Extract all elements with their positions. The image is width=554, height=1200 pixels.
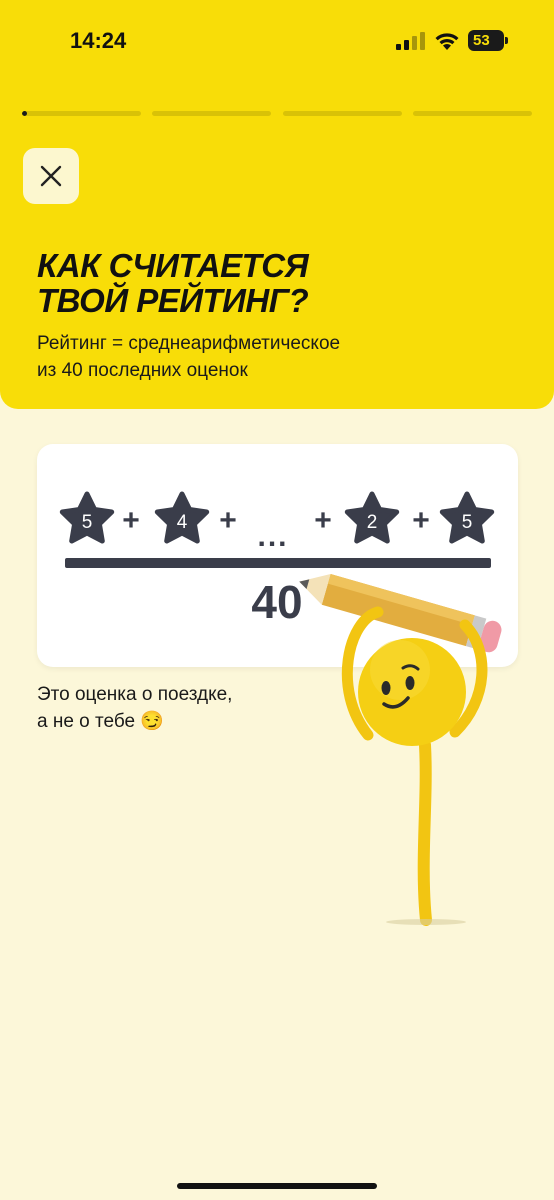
story-progress	[22, 111, 533, 116]
subtitle-line-1: Рейтинг = среднеарифметическое	[37, 333, 341, 354]
title-line-1: КАК СЧИТАЕТСЯ	[37, 247, 309, 284]
star-icon: 4	[157, 494, 206, 541]
home-indicator[interactable]	[177, 1183, 377, 1189]
progress-segment-2	[152, 111, 271, 116]
subtitle-line-2: из 40 последних оценок	[37, 360, 248, 381]
fraction-bar	[65, 558, 491, 568]
wifi-icon	[435, 33, 459, 50]
progress-segment-3	[283, 111, 402, 116]
star-icon: 5	[62, 494, 111, 541]
battery-icon: 53	[468, 30, 508, 51]
caption-line-2: а не о тебе 😏	[37, 711, 165, 732]
formula-illustration: 5 + 4 + ... + 2 + 5 40	[37, 444, 518, 628]
star-value: 4	[177, 512, 188, 533]
subtitle: Рейтинг = среднеарифметическое из 40 пос…	[37, 330, 517, 384]
progress-fill	[22, 111, 27, 116]
cellular-signal-icon	[396, 32, 425, 50]
star-value: 5	[462, 512, 473, 533]
plus-sign: +	[219, 504, 237, 537]
plus-sign: +	[122, 504, 140, 537]
status-time: 14:24	[70, 28, 127, 53]
star-value: 2	[367, 512, 378, 533]
battery-level: 53	[473, 32, 490, 49]
caption-line-1: Это оценка о поездке,	[37, 684, 233, 705]
star-icon: 2	[347, 494, 396, 541]
star-icon: 5	[442, 494, 491, 541]
ellipsis: ...	[257, 520, 288, 553]
formula-card: 5 + 4 + ... + 2 + 5 40	[37, 444, 518, 667]
star-value: 5	[82, 512, 93, 533]
caption: Это оценка о поездке, а не о тебе 😏	[37, 681, 437, 735]
close-button[interactable]	[23, 148, 79, 204]
title-line-2: ТВОЙ РЕЙТИНГ?	[37, 282, 309, 319]
status-bar: 14:24 53	[0, 0, 554, 80]
progress-segment-1	[22, 111, 141, 116]
denominator: 40	[251, 576, 302, 628]
plus-sign: +	[314, 504, 332, 537]
page-title: КАК СЧИТАЕТСЯ ТВОЙ РЕЙТИНГ?	[37, 248, 517, 318]
close-icon	[40, 165, 62, 187]
progress-segment-4	[413, 111, 532, 116]
plus-sign: +	[412, 504, 430, 537]
